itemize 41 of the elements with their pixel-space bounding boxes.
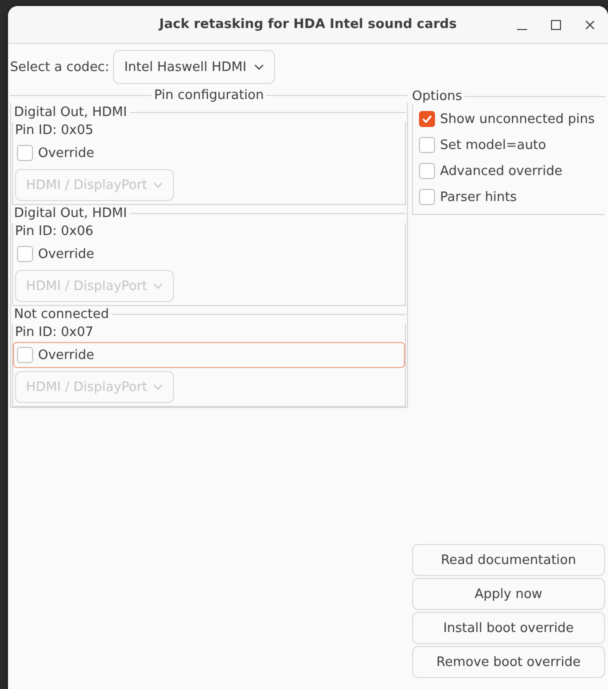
checkbox-label: Override xyxy=(38,246,94,262)
checkbox[interactable] xyxy=(419,137,435,153)
pin-id: Pin ID: 0x06 xyxy=(14,223,94,241)
checkbox-row[interactable]: Set model=auto xyxy=(415,132,605,158)
pin-name: Digital Out, HDMI xyxy=(13,206,128,220)
checkbox-row[interactable]: Show unconnected pins xyxy=(415,106,605,132)
window-title: Jack retasking for HDA Intel sound cards xyxy=(159,17,457,32)
group-title: Options xyxy=(412,88,464,104)
chevron-down-icon xyxy=(153,283,164,289)
checkbox-label: Show unconnected pins xyxy=(440,112,595,126)
pin-name: Not connected xyxy=(13,306,110,322)
codec-dropdown[interactable]: Intel Haswell HDMI xyxy=(113,50,276,84)
checkbox-label: Override xyxy=(38,146,94,160)
checkbox-row[interactable]: Override xyxy=(13,140,405,166)
checkbox-row[interactable]: Advanced override xyxy=(415,158,605,184)
checkbox[interactable] xyxy=(17,246,33,262)
checkbox-label: Parser hints xyxy=(440,190,517,204)
checkbox[interactable] xyxy=(17,145,33,161)
checkbox[interactable] xyxy=(419,189,435,205)
pin-id: Pin ID: 0x07 xyxy=(14,324,94,342)
action-button[interactable]: Remove boot override xyxy=(412,646,605,678)
codec-label: Select a codec: xyxy=(10,60,110,74)
checkmark-icon xyxy=(422,115,432,123)
action-button[interactable]: Read documentation xyxy=(412,544,605,576)
action-button[interactable]: Apply now xyxy=(412,578,605,610)
checkbox-label: Set model=auto xyxy=(440,138,546,152)
pin-id: Pin ID: 0x05 xyxy=(14,122,94,140)
checkbox[interactable] xyxy=(419,163,435,179)
checkbox[interactable] xyxy=(17,347,33,363)
checkbox[interactable] xyxy=(419,111,435,127)
pin-name: Digital Out, HDMI xyxy=(13,104,128,120)
checkbox-label: Advanced override xyxy=(440,164,562,178)
action-button[interactable]: Install boot override xyxy=(412,612,605,644)
chevron-down-icon xyxy=(254,64,264,70)
checkbox-label: Override xyxy=(38,348,94,362)
checkbox-row[interactable]: Override xyxy=(13,241,405,267)
chevron-down-icon xyxy=(153,384,164,390)
checkbox-row[interactable]: Override xyxy=(13,342,405,368)
group-title: Pin configuration xyxy=(153,88,265,103)
chevron-down-icon xyxy=(153,182,164,188)
checkbox-row[interactable]: Parser hints xyxy=(415,184,605,210)
